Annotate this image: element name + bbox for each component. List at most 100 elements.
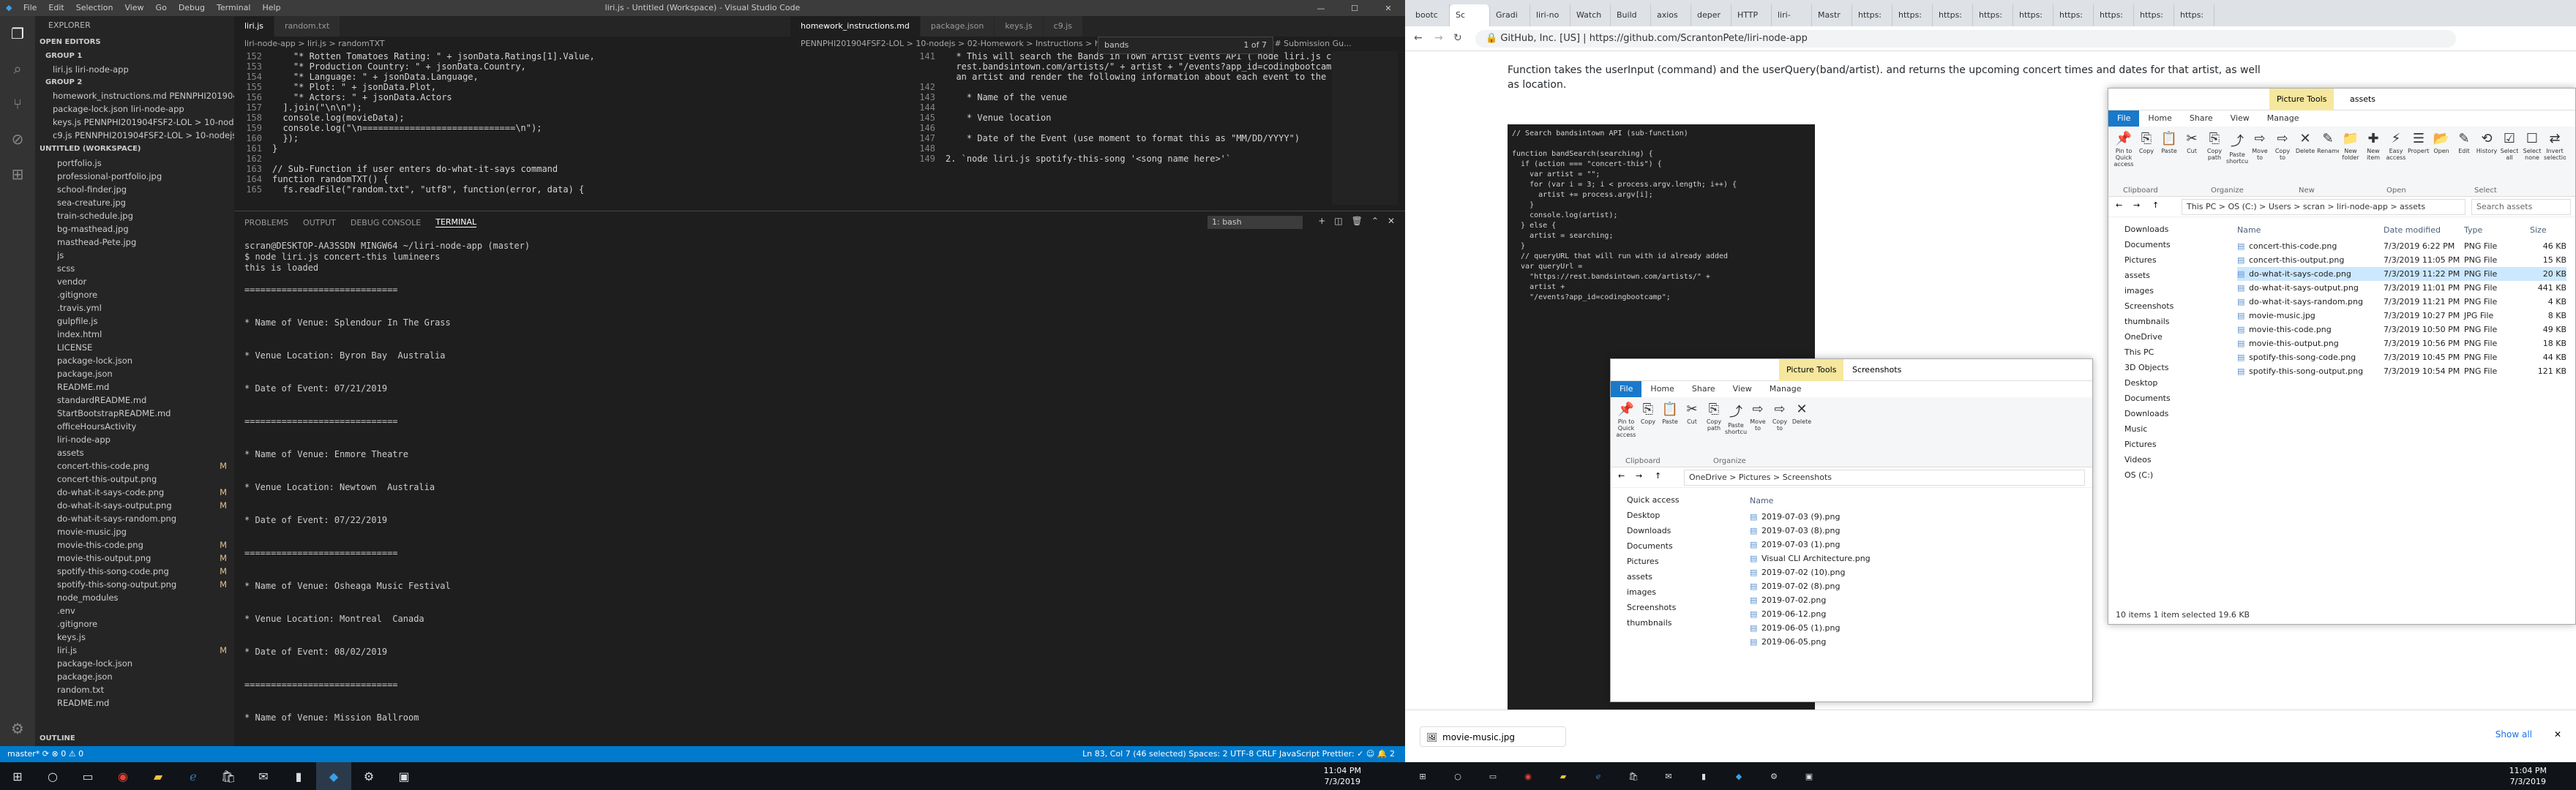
store-icon[interactable]: 🛍	[211, 762, 246, 790]
chrome-icon[interactable]: ◉	[105, 762, 141, 790]
settings-icon[interactable]: ⚙	[1756, 772, 1791, 781]
open-editor-item[interactable]: homework_instructions.md PENNPHI201904FS…	[45, 89, 234, 102]
browser-tab[interactable]: https:	[1933, 4, 1973, 26]
nav-item[interactable]: Videos	[2108, 452, 2233, 467]
ribbon-tab[interactable]: Home	[2139, 110, 2180, 127]
tree-item[interactable]: spotify-this-song-output.png M	[57, 578, 234, 591]
ribbon-tab[interactable]: File	[2108, 110, 2140, 127]
file-row[interactable]: ▤ 2019-07-02.png	[1750, 593, 2086, 607]
tree-item[interactable]: js	[57, 249, 234, 262]
vscode-icon[interactable]: ◆	[316, 762, 351, 790]
panel-tab[interactable]: OUTPUT	[303, 218, 336, 227]
nav-item[interactable]: images	[2108, 283, 2233, 298]
tree-item[interactable]: .gitignore	[57, 288, 234, 301]
file-row[interactable]: ▤ do-what-it-says-random.png 7/3/2019 11:2…	[2237, 295, 2566, 309]
browser-tab[interactable]: Gradi	[1490, 4, 1530, 26]
reload-icon[interactable]: ↻	[1453, 32, 1462, 44]
tree-item[interactable]: officeHoursActivity	[57, 420, 234, 433]
show-all-link[interactable]: Show all	[2496, 729, 2532, 740]
editor-tab[interactable]: homework_instructions.md	[790, 16, 921, 37]
file-row[interactable]: ▤ movie-music.jpg 7/3/2019 10:27 PM JPG Fil…	[2237, 309, 2566, 323]
mail-icon[interactable]: ✉	[1651, 772, 1686, 781]
browser-tab[interactable]: liri-	[1772, 4, 1812, 26]
nav-item[interactable]: Screenshots	[2108, 298, 2233, 314]
tree-item[interactable]: concert-this-output.png	[57, 473, 234, 486]
tree-item[interactable]: portfolio.js	[57, 157, 234, 170]
tree-item[interactable]: .travis.yml	[57, 301, 234, 315]
browser-tab[interactable]: https:	[2134, 4, 2174, 26]
ribbon-button[interactable]: ⎘ Copy	[2135, 131, 2157, 154]
browser-tab[interactable]: liri-no	[1530, 4, 1570, 26]
ribbon-button[interactable]: ✂ Cut	[1681, 402, 1703, 425]
back-icon[interactable]: ←	[2116, 200, 2122, 210]
ribbon-button[interactable]: 📋 Paste	[2158, 131, 2180, 154]
ribbon-tab[interactable]: View	[1724, 381, 1761, 397]
tree-item[interactable]: README.md	[57, 696, 234, 710]
nav-item[interactable]: Pictures	[2108, 437, 2233, 452]
tree-item[interactable]: index.html	[57, 328, 234, 341]
ribbon-tab[interactable]: Manage	[2258, 110, 2308, 127]
ribbon-button[interactable]: ☐ Select none	[2521, 131, 2543, 161]
url-text[interactable]: https://github.com/ScrantonPete/liri-nod…	[1590, 33, 1808, 44]
open-editor-item[interactable]: package-lock.json liri-node-app	[45, 102, 234, 116]
browser-tab[interactable]: axios	[1651, 4, 1691, 26]
nav-item[interactable]: Desktop	[1611, 508, 1735, 523]
nav-item[interactable]: Documents	[1611, 538, 1735, 554]
nav-item[interactable]: Downloads	[1611, 523, 1735, 538]
ribbon-button[interactable]: ⇨ Copy to	[1769, 402, 1791, 432]
editor-tab[interactable]: random.txt	[274, 16, 341, 37]
ribbon-tab[interactable]: Home	[1641, 381, 1682, 397]
file-row[interactable]: ▤ spotify-this-song-output.png 7/3/2019 10…	[2237, 364, 2566, 378]
minimize-icon[interactable]: —	[1304, 0, 1338, 16]
nav-item[interactable]: Downloads	[2108, 222, 2233, 237]
ribbon-button[interactable]: ⎘ Copy path	[1703, 402, 1725, 432]
tree-item[interactable]: concert-this-code.png M	[57, 459, 234, 473]
editor-tab[interactable]: liri.js	[234, 16, 274, 37]
nav-item[interactable]: This PC	[2108, 345, 2233, 360]
tree-item[interactable]: .gitignore	[57, 617, 234, 631]
add-terminal-icon[interactable]: +	[1318, 216, 1325, 226]
ribbon-button[interactable]: ✂ Cut	[2181, 131, 2203, 154]
status-right[interactable]: Ln 83, Col 7 (46 selected) Spaces: 2 UTF…	[1082, 746, 1395, 762]
ribbon-button[interactable]: ⎘ Copy path	[2204, 131, 2225, 161]
mail-icon[interactable]: ✉	[246, 762, 281, 790]
ribbon-tab[interactable]: Manage	[1761, 381, 1811, 397]
nav-item[interactable]: Documents	[2108, 237, 2233, 252]
browser-tab[interactable]: deper	[1691, 4, 1731, 26]
ribbon-button[interactable]: ⇨ Copy to	[2272, 131, 2294, 161]
open-editors-header[interactable]: OPEN EDITORS	[35, 35, 234, 50]
tree-item[interactable]: package-lock.json	[57, 657, 234, 670]
file-row[interactable]: ▤ Visual CLI Architecture.png	[1750, 552, 2086, 565]
search-input[interactable]: Search assets	[2471, 199, 2571, 215]
address-path[interactable]: OneDrive > Pictures > Screenshots	[1684, 470, 2085, 486]
nav-item[interactable]: assets	[2108, 268, 2233, 283]
tree-item[interactable]: do-what-it-says-output.png M	[57, 499, 234, 512]
tree-item[interactable]: movie-this-output.png M	[57, 552, 234, 565]
tree-item[interactable]: gulpfile.js	[57, 315, 234, 328]
ribbon-button[interactable]: ⇨ Move to	[1747, 402, 1769, 432]
outline-header[interactable]: OUTLINE	[35, 731, 234, 746]
nav-item[interactable]: Quick access	[1611, 492, 1735, 508]
search-icon[interactable]: ○	[35, 762, 70, 790]
split-terminal-icon[interactable]: ◫	[1334, 216, 1342, 226]
nav-item[interactable]: Pictures	[2108, 252, 2233, 268]
ribbon-tab[interactable]: Share	[1683, 381, 1724, 397]
open-editor-item[interactable]: keys.js PENNPHI201904FSF2-LOL > 10-nodej…	[45, 116, 234, 129]
tree-item[interactable]: liri.js M	[57, 644, 234, 657]
search-icon[interactable]: ○	[1440, 772, 1475, 781]
file-row[interactable]: ▤ 2019-07-03 (9).png	[1750, 510, 2086, 524]
settings-icon[interactable]: ⚙	[351, 762, 386, 790]
column-header[interactable]: Size	[2530, 222, 2566, 239]
tree-item[interactable]: StartBootstrapREADME.md	[57, 407, 234, 420]
clock-date[interactable]: 7/3/2019	[1324, 776, 1361, 787]
nav-item[interactable]: thumbnails	[1611, 615, 1735, 631]
terminal-icon[interactable]: ▮	[1686, 772, 1721, 781]
file-row[interactable]: ▤ concert-this-output.png 7/3/2019 11:05 P…	[2237, 253, 2566, 267]
nav-item[interactable]: Desktop	[2108, 375, 2233, 391]
windows-start-icon[interactable]: ⊞	[1405, 772, 1440, 781]
ribbon-button[interactable]: ✕ Delete	[1791, 402, 1813, 425]
ribbon-button[interactable]: ⟲ History	[2476, 131, 2498, 154]
picture-tools-tab[interactable]: Picture Tools	[2269, 89, 2334, 110]
browser-tab[interactable]: https:	[2053, 4, 2094, 26]
chrome-icon[interactable]: ◉	[1510, 772, 1546, 781]
